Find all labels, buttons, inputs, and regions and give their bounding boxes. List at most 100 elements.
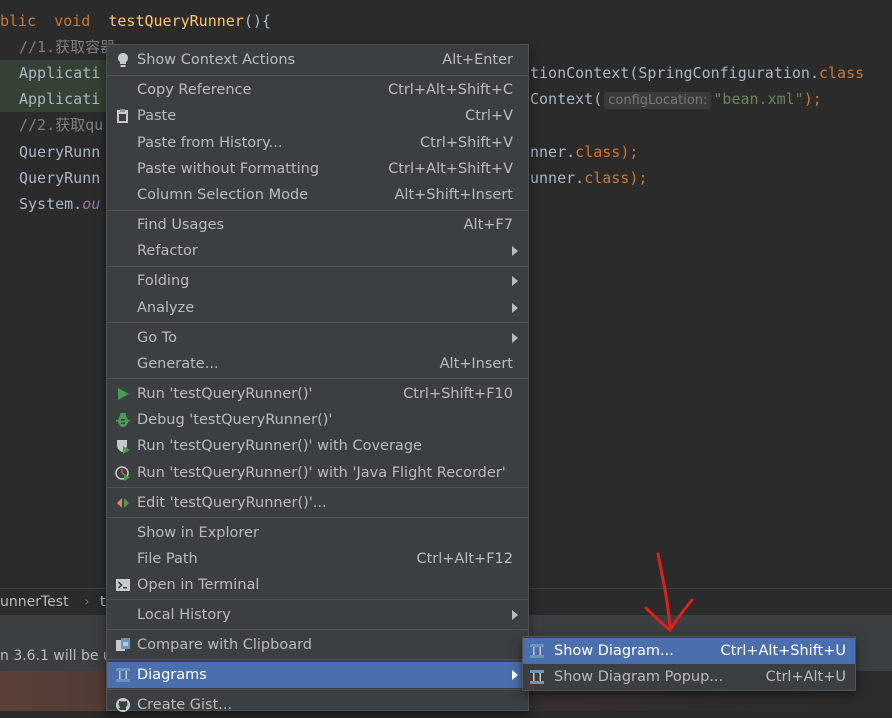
editor-context-menu: Show Context Actions Alt+Enter Copy Refe… — [106, 44, 529, 713]
keyword: class — [575, 143, 621, 161]
menu-item-show-diagram[interactable]: Show Diagram... Ctrl+Alt+Shift+U — [523, 638, 855, 664]
profiler-icon — [115, 466, 130, 481]
code-line-8: System.ou — [19, 191, 100, 217]
menu-item-generate[interactable]: Generate... Alt+Insert — [107, 351, 528, 377]
code-text: ); — [620, 143, 639, 161]
menu-item-label: Show Diagram Popup... — [554, 669, 724, 685]
code-line-2: //1.获取容器 — [19, 34, 115, 60]
menu-item-label: Edit 'testQueryRunner()'... — [137, 495, 327, 511]
code-line-1: blic void testQueryRunner(){ — [0, 8, 271, 34]
menu-item-create-gist[interactable]: Create Gist... — [107, 692, 528, 718]
keyword: class — [818, 64, 865, 82]
menu-separator — [107, 629, 528, 630]
menu-item-file-path[interactable]: File Path Ctrl+Alt+F12 — [107, 546, 528, 572]
menu-item-paste-from-history[interactable]: Paste from History... Ctrl+Shift+V — [107, 130, 528, 156]
code-text: QueryRunn — [19, 169, 101, 187]
menu-separator — [107, 75, 528, 76]
debug-icon — [116, 413, 130, 427]
menu-item-label: Open in Terminal — [137, 577, 260, 593]
comment: //1.获取容器 — [19, 38, 116, 56]
code-text: unner. — [530, 169, 585, 187]
menu-item-shortcut: Ctrl+Alt+Shift+U — [720, 643, 846, 659]
menu-item-shortcut: Alt+Enter — [442, 52, 513, 68]
menu-separator — [107, 689, 528, 690]
menu-item-label: Show Context Actions — [137, 52, 296, 68]
menu-item-go-to[interactable]: Go To — [107, 325, 528, 351]
menu-item-label: Paste without Formatting — [137, 161, 320, 177]
menu-item-label: Go To — [137, 330, 177, 346]
parameter-hint: configLocation: — [604, 92, 712, 109]
menu-item-show-in-explorer[interactable]: Show in Explorer — [107, 520, 528, 546]
breadcrumb-item-method[interactable]: t — [100, 589, 106, 615]
compare-icon — [116, 638, 130, 651]
menu-item-label: Run 'testQueryRunner()' with Coverage — [137, 438, 422, 454]
menu-item-label: Column Selection Mode — [137, 187, 309, 203]
menu-separator — [107, 266, 528, 267]
terminal-icon — [116, 579, 130, 591]
code-line-6-left: QueryRunn — [19, 139, 100, 165]
menu-item-edit-configuration[interactable]: Edit 'testQueryRunner()'... — [107, 490, 528, 516]
menu-item-run-with-coverage[interactable]: Run 'testQueryRunner()' with Coverage — [107, 433, 528, 459]
menu-item-label: Run 'testQueryRunner()' with 'Java Fligh… — [137, 465, 506, 481]
code-line-3-left: Applicati — [0, 60, 106, 86]
menu-item-label: Show Diagram... — [554, 643, 674, 659]
menu-item-folding[interactable]: Folding — [107, 268, 528, 294]
menu-item-compare-with-clipboard[interactable]: Compare with Clipboard — [107, 632, 528, 658]
menu-item-shortcut: Alt+Shift+Insert — [394, 187, 513, 203]
submenu-arrow-icon — [512, 246, 518, 256]
menu-item-refactor[interactable]: Refactor — [107, 238, 528, 264]
menu-item-copy-reference[interactable]: Copy Reference Ctrl+Alt+Shift+C — [107, 77, 528, 103]
menu-item-debug[interactable]: Debug 'testQueryRunner()' — [107, 407, 528, 433]
keyword: void — [54, 12, 91, 30]
menu-item-shortcut: Alt+Insert — [439, 356, 513, 372]
menu-item-open-in-terminal[interactable]: Open in Terminal — [107, 572, 528, 598]
menu-item-label: Create Gist... — [137, 697, 233, 713]
menu-item-label: Run 'testQueryRunner()' — [137, 386, 313, 402]
keyword: blic — [0, 12, 37, 30]
code-text: (){ — [243, 12, 271, 30]
code-text: Applicati — [19, 90, 101, 108]
menu-item-label: Show in Explorer — [137, 525, 259, 541]
breadcrumb-item-class[interactable]: unnerTest — [0, 589, 69, 615]
menu-item-diagrams[interactable]: Diagrams — [107, 662, 528, 688]
menu-item-label: Diagrams — [137, 667, 207, 683]
menu-item-label: Folding — [137, 273, 190, 289]
menu-item-label: Debug 'testQueryRunner()' — [137, 412, 333, 428]
comment: //2.获取qu — [19, 116, 104, 134]
menu-item-label: Find Usages — [137, 217, 225, 233]
submenu-arrow-icon — [512, 333, 518, 343]
static-field: ou — [82, 195, 101, 213]
coverage-icon — [117, 440, 130, 454]
submenu-arrow-icon — [512, 303, 518, 313]
menu-item-analyze[interactable]: Analyze — [107, 295, 528, 321]
submenu-arrow-icon — [512, 670, 518, 680]
submenu-arrow-icon — [512, 276, 518, 286]
menu-item-find-usages[interactable]: Find Usages Alt+F7 — [107, 212, 528, 238]
menu-item-local-history[interactable]: Local History — [107, 602, 528, 628]
menu-item-label: Paste — [137, 108, 177, 124]
menu-item-paste[interactable]: Paste Ctrl+V — [107, 103, 528, 129]
clipboard-icon — [117, 109, 128, 123]
menu-item-column-selection-mode[interactable]: Column Selection Mode Alt+Shift+Insert — [107, 182, 528, 208]
menu-item-show-diagram-popup[interactable]: Show Diagram Popup... Ctrl+Alt+U — [523, 664, 855, 690]
code-text: QueryRunn — [19, 143, 101, 161]
menu-item-label: Compare with Clipboard — [137, 637, 313, 653]
menu-item-shortcut: Ctrl+V — [465, 108, 513, 124]
lightbulb-icon — [118, 53, 128, 67]
menu-item-shortcut: Ctrl+Alt+Shift+V — [388, 161, 513, 177]
menu-item-run[interactable]: Run 'testQueryRunner()' Ctrl+Shift+F10 — [107, 381, 528, 407]
menu-item-shortcut: Ctrl+Alt+F12 — [416, 551, 513, 567]
code-line-5: //2.获取qu — [19, 112, 103, 138]
keyword: class — [584, 169, 630, 187]
menu-item-paste-without-formatting[interactable]: Paste without Formatting Ctrl+Alt+Shift+… — [107, 156, 528, 182]
diagram-icon — [530, 670, 544, 684]
code-line-4-right: Context(configLocation: "bean.xml"); — [530, 86, 822, 112]
menu-item-label: Refactor — [137, 243, 198, 259]
code-line-7-left: QueryRunn — [19, 165, 100, 191]
menu-item-run-with-jfr[interactable]: Run 'testQueryRunner()' with 'Java Fligh… — [107, 460, 528, 486]
code-line-7-right: unner.class); — [530, 165, 647, 191]
menu-separator — [107, 659, 528, 660]
string-literal: "bean.xml" — [713, 90, 804, 108]
code-line-4-left: Applicati — [0, 86, 106, 112]
menu-item-show-context-actions[interactable]: Show Context Actions Alt+Enter — [107, 47, 528, 73]
